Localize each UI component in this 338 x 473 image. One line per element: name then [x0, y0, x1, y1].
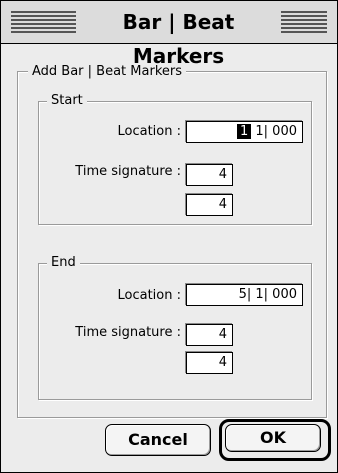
start-time-signature-label: Time signature :: [75, 164, 181, 179]
end-location-field[interactable]: 5| 1| 000: [186, 284, 303, 306]
start-location-bar-selected: 1: [236, 124, 252, 139]
cancel-button[interactable]: Cancel: [105, 424, 211, 456]
title-bar[interactable]: Bar | Beat Markers: [1, 1, 337, 68]
dialog-window: Bar | Beat Markers Add Bar | Beat Marker…: [0, 0, 338, 473]
start-group: [38, 101, 312, 225]
window-title: Bar | Beat Markers: [76, 5, 281, 68]
start-location-field[interactable]: 1 1| 000: [186, 121, 303, 143]
start-time-signature-denominator: 4: [218, 197, 227, 212]
end-time-signature-denominator-field[interactable]: 4: [186, 352, 233, 374]
title-bar-stripes-left: [11, 11, 76, 33]
end-location-value: 5| 1| 000: [238, 287, 297, 302]
end-time-signature-label: Time signature :: [75, 325, 181, 340]
title-bar-stripes-right: [281, 11, 327, 33]
end-group-title: End: [47, 255, 80, 271]
start-location-label: Location :: [117, 124, 182, 139]
end-time-signature-numerator: 4: [218, 327, 227, 342]
start-group-title: Start: [47, 93, 87, 109]
start-location-rest: 1| 000: [255, 124, 297, 139]
add-markers-group-title: Add Bar | Beat Markers: [28, 64, 186, 80]
start-time-signature-numerator-field[interactable]: 4: [186, 164, 233, 186]
end-time-signature-denominator: 4: [218, 355, 227, 370]
ok-button[interactable]: OK: [225, 424, 321, 452]
end-time-signature-numerator-field[interactable]: 4: [186, 324, 233, 346]
start-time-signature-numerator: 4: [218, 167, 227, 182]
end-location-label: Location :: [117, 288, 182, 303]
start-time-signature-denominator-field[interactable]: 4: [186, 194, 233, 216]
